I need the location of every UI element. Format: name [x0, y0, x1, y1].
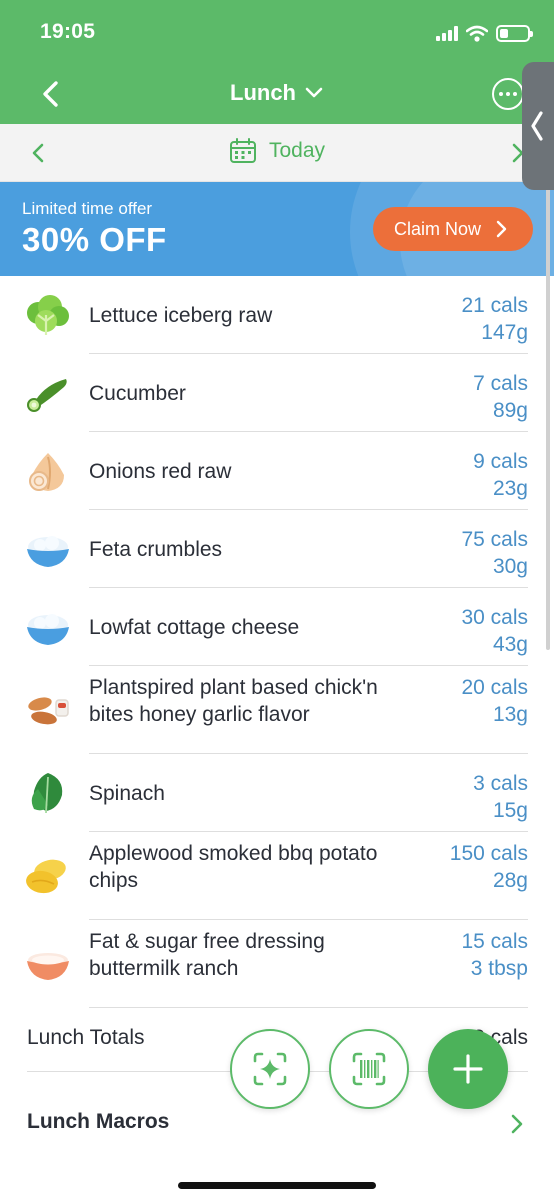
- status-bar: 19:05: [0, 0, 554, 64]
- claim-now-label: Claim Now: [394, 218, 482, 239]
- food-calories: 150 cals: [449, 842, 528, 865]
- food-calories: 9 cals: [473, 450, 528, 473]
- food-amount: 147g: [481, 321, 528, 344]
- food-row[interactable]: Fat & sugar free dressing buttermilk ran…: [0, 920, 554, 1008]
- more-options-button[interactable]: [492, 78, 524, 110]
- chevron-right-icon: [511, 1114, 523, 1134]
- chips-icon: [26, 859, 66, 894]
- food-row[interactable]: Feta crumbles 75 cals 30g: [0, 510, 554, 588]
- food-amount: 23g: [492, 477, 528, 500]
- battery-icon: [496, 24, 533, 42]
- date-label: Today: [268, 139, 326, 162]
- cucumber-icon: [27, 379, 67, 412]
- promo-headline: 30% OFF: [22, 221, 167, 258]
- food-row[interactable]: Applewood smoked bbq potato chips 150 ca…: [0, 832, 554, 920]
- bowl-icon: [27, 614, 69, 645]
- food-row[interactable]: Onions red raw 9 cals 23g: [0, 432, 554, 510]
- food-nutrition: 3 cals 15g: [473, 770, 528, 824]
- onion-icon: [29, 453, 64, 491]
- lettuce-icon: [27, 295, 69, 335]
- status-icons: [436, 22, 533, 44]
- food-nutrition: 150 cals 28g: [450, 840, 528, 894]
- signal-icon: [436, 25, 458, 41]
- food-amount: 3 tbsp: [470, 957, 528, 980]
- food-name: Plantspired plant based chick'n bites ho…: [89, 676, 378, 726]
- food-amount: 15g: [492, 799, 528, 822]
- nav-bar: Lunch: [0, 64, 554, 124]
- plus-icon: [453, 1054, 483, 1084]
- home-indicator: [178, 1182, 376, 1189]
- food-name: Feta crumbles: [89, 538, 223, 561]
- food-nutrition: 75 cals 30g: [461, 526, 528, 580]
- food-name: Lowfat cottage cheese: [89, 616, 300, 639]
- food-row[interactable]: Lettuce iceberg raw 21 cals 147g: [0, 276, 554, 354]
- food-calories: 3 cals: [473, 772, 528, 795]
- add-food-button[interactable]: [428, 1029, 508, 1109]
- totals-label: Lunch Totals: [27, 1026, 145, 1049]
- food-nutrition: 15 cals 3 tbsp: [461, 928, 528, 982]
- barcode-scan-button[interactable]: [329, 1029, 409, 1109]
- food-calories: 21 cals: [461, 294, 528, 317]
- dressing-bowl-icon: [27, 953, 69, 980]
- date-bar: Today: [0, 124, 554, 182]
- macros-label: Lunch Macros: [27, 1110, 170, 1133]
- claim-now-button[interactable]: Claim Now: [373, 207, 533, 251]
- wifi-icon: [466, 25, 488, 42]
- food-row[interactable]: Spinach 3 cals 15g: [0, 754, 554, 832]
- scroll-indicator: [546, 180, 550, 650]
- calendar-icon: [229, 138, 256, 163]
- promo-banner[interactable]: Limited time offer 30% OFF Claim Now: [0, 182, 554, 276]
- ai-scan-button[interactable]: [230, 1029, 310, 1109]
- food-name: Applewood smoked bbq potato chips: [89, 842, 378, 892]
- food-amount: 89g: [492, 399, 528, 422]
- status-time: 19:05: [40, 20, 96, 43]
- more-dots-icon: [499, 92, 503, 96]
- food-amount: 28g: [492, 869, 528, 892]
- food-amount: 43g: [492, 633, 528, 656]
- food-name: Cucumber: [89, 382, 186, 405]
- food-row[interactable]: Plantspired plant based chick'n bites ho…: [0, 666, 554, 754]
- food-name: Onions red raw: [89, 460, 232, 483]
- date-picker[interactable]: Today: [0, 138, 554, 164]
- barcode-icon: [352, 1052, 386, 1086]
- food-calories: 75 cals: [461, 528, 528, 551]
- food-calories: 15 cals: [461, 930, 528, 953]
- side-panel-handle[interactable]: [522, 62, 554, 190]
- food-nutrition: 7 cals 89g: [473, 370, 528, 424]
- page-title: Lunch: [230, 80, 296, 105]
- food-amount: 30g: [492, 555, 528, 578]
- food-nutrition: 20 cals 13g: [461, 674, 528, 728]
- food-nutrition: 21 cals 147g: [461, 292, 528, 346]
- food-name: Fat & sugar free dressing buttermilk ran…: [89, 930, 325, 980]
- spinach-icon: [31, 773, 63, 814]
- food-row[interactable]: Lowfat cottage cheese 30 cals 43g: [0, 588, 554, 666]
- food-calories: 7 cals: [473, 372, 528, 395]
- chevron-down-icon: [305, 87, 323, 98]
- food-nutrition: 30 cals 43g: [461, 604, 528, 658]
- food-calories: 30 cals: [461, 606, 528, 629]
- food-list: Lettuce iceberg raw 21 cals 147g Cucumbe…: [0, 276, 554, 1008]
- chevron-left-icon: [531, 111, 543, 141]
- food-name: Spinach: [89, 782, 165, 805]
- food-name: Lettuce iceberg raw: [89, 304, 273, 327]
- food-nutrition: 9 cals 23g: [473, 448, 528, 502]
- nuggets-icon: [28, 697, 69, 725]
- sparkle-scan-icon: [253, 1052, 287, 1086]
- chevron-right-icon: [496, 220, 507, 238]
- food-amount: 13g: [492, 703, 528, 726]
- food-row[interactable]: Cucumber 7 cals 89g: [0, 354, 554, 432]
- bowl-icon: [27, 536, 69, 567]
- promo-subtitle: Limited time offer: [22, 199, 153, 218]
- food-calories: 20 cals: [461, 676, 528, 699]
- meal-selector[interactable]: Lunch: [0, 80, 554, 106]
